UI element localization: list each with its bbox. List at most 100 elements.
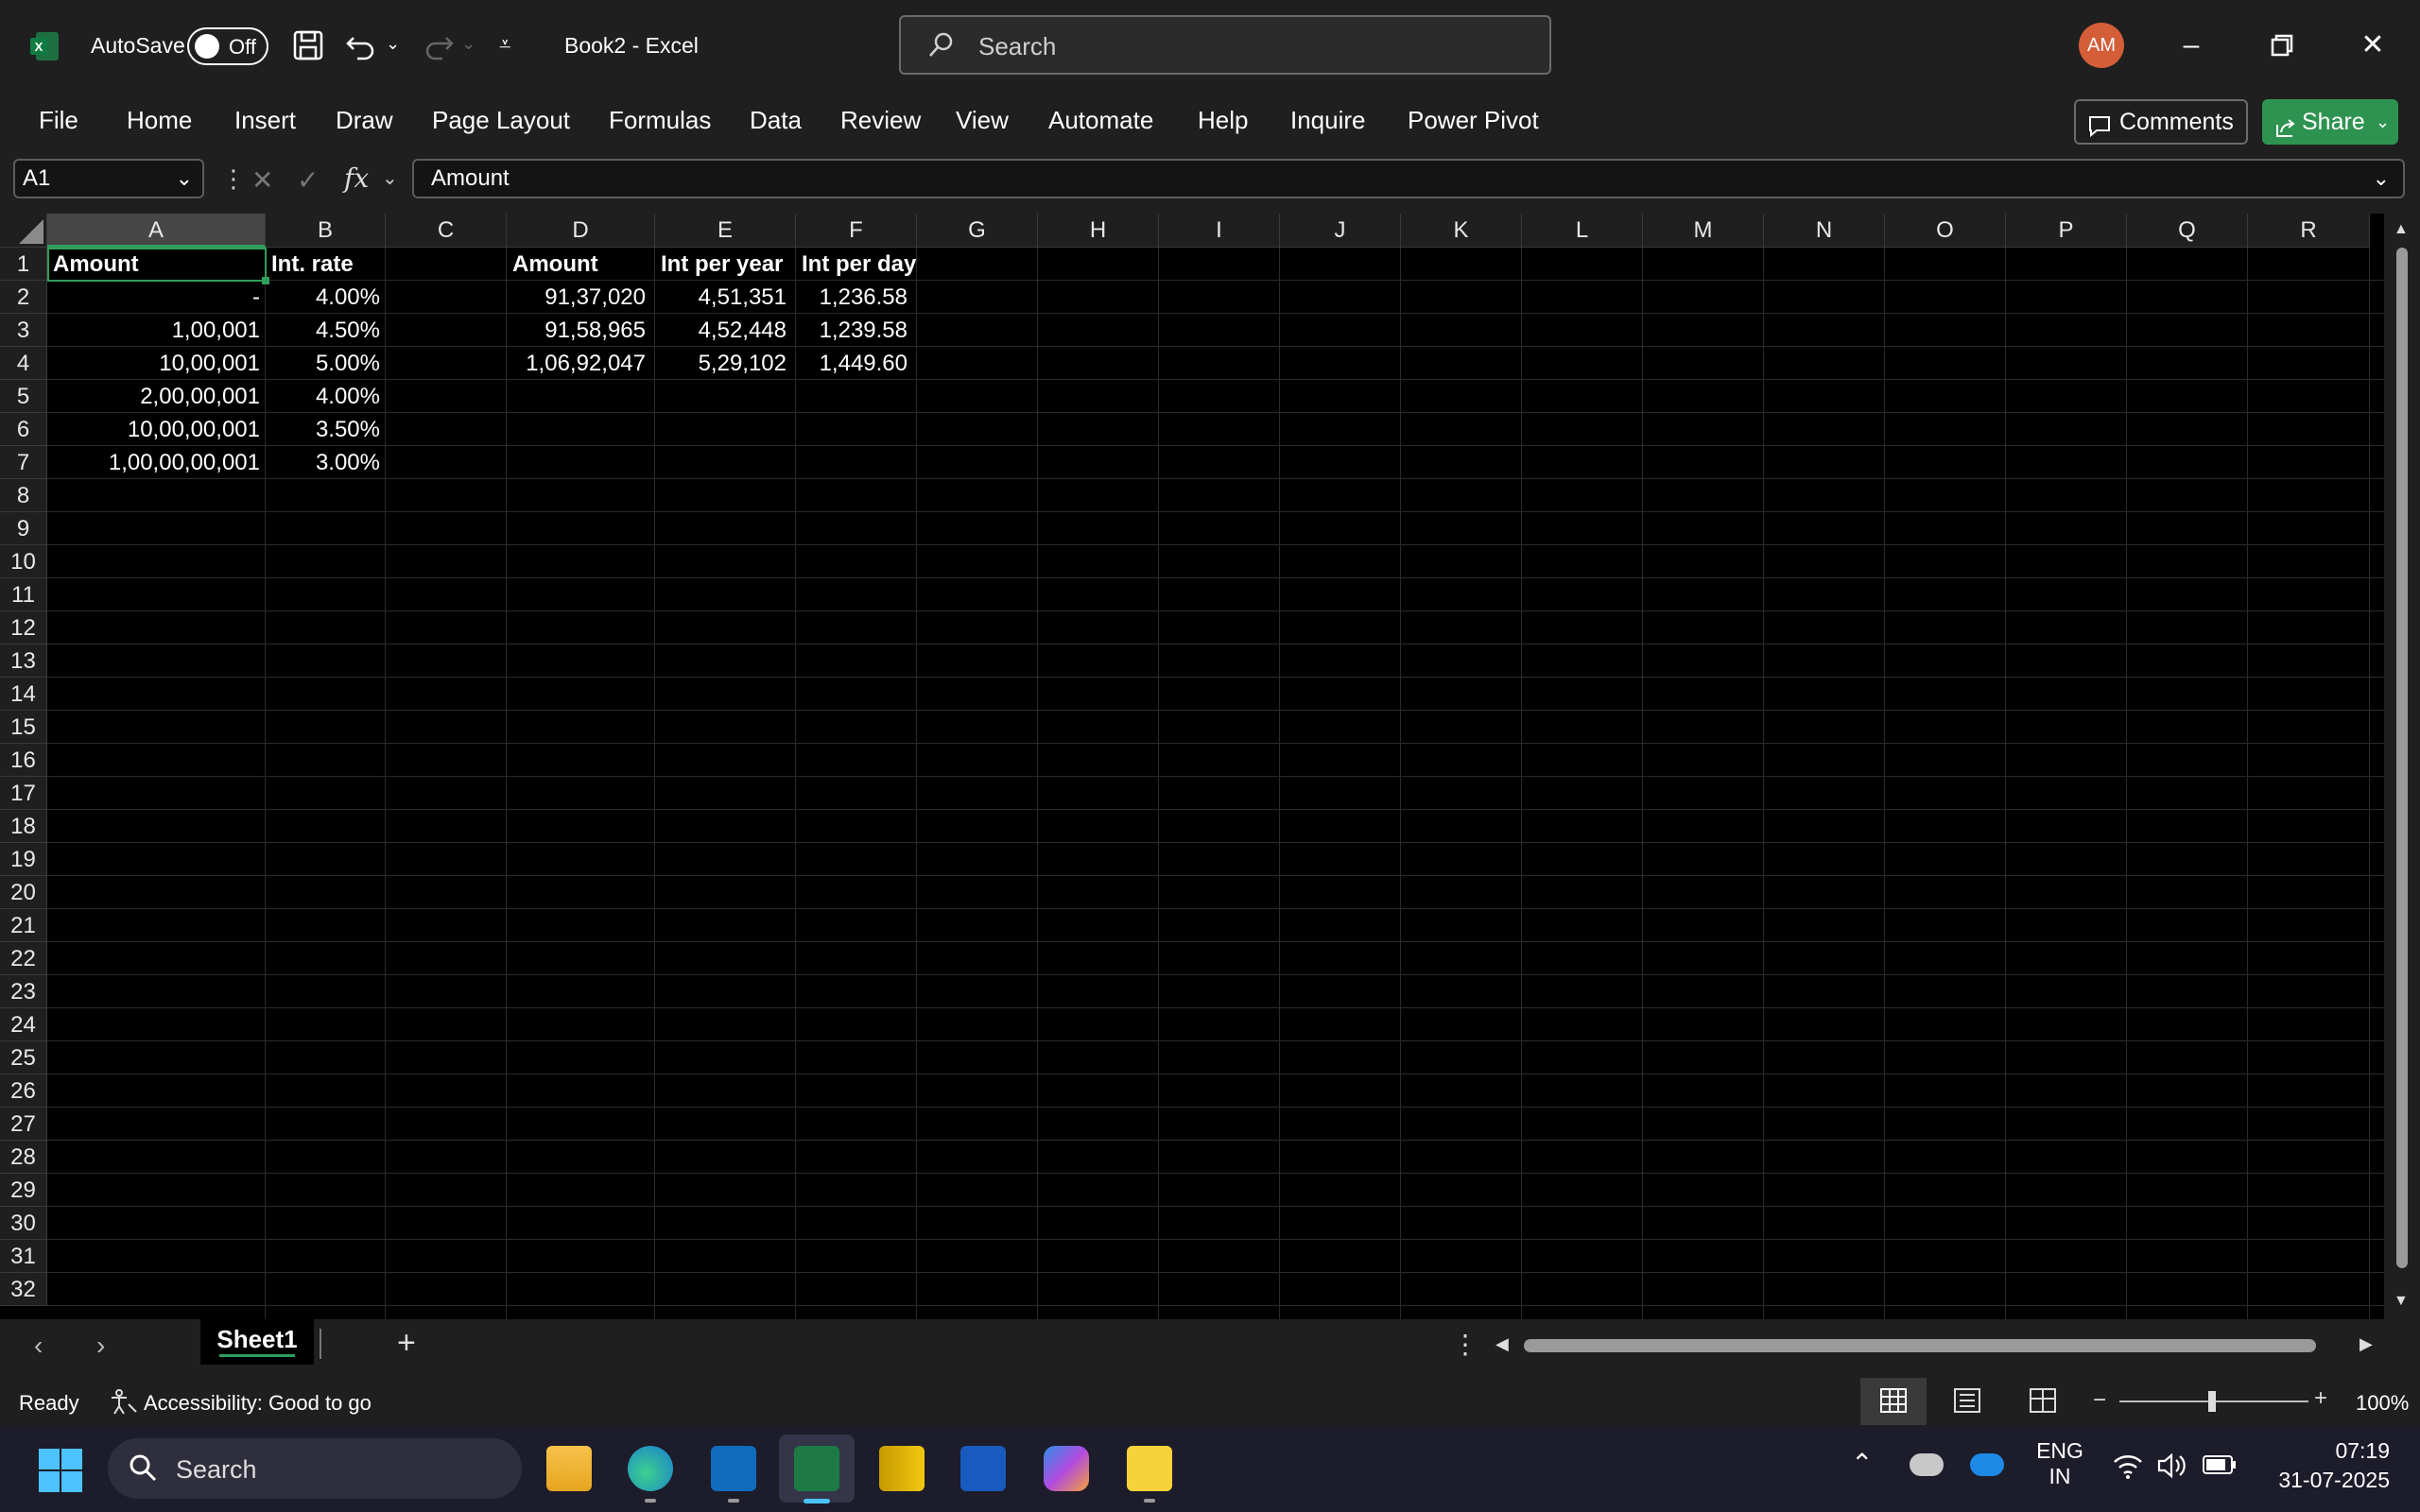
cell-b7[interactable]: 3.00% xyxy=(266,446,386,479)
sheet-tab-sheet1[interactable]: Sheet1 xyxy=(200,1319,314,1365)
row-header-25[interactable]: 25 xyxy=(0,1041,47,1074)
row-header-15[interactable]: 15 xyxy=(0,711,47,744)
close-icon[interactable]: ✕ xyxy=(2350,23,2395,68)
cell-d2[interactable]: 91,37,020 xyxy=(507,281,651,314)
select-all-corner[interactable] xyxy=(0,214,47,248)
zoom-in-icon[interactable]: + xyxy=(2314,1385,2327,1412)
column-header-d[interactable]: D xyxy=(507,214,655,248)
row-header-10[interactable]: 10 xyxy=(0,545,47,578)
row-header-32[interactable]: 32 xyxy=(0,1273,47,1306)
vertical-scrollbar[interactable]: ▲ ▼ xyxy=(2384,214,2420,1319)
cell-b2[interactable]: 4.00% xyxy=(266,281,386,314)
wifi-icon[interactable] xyxy=(2112,1450,2144,1482)
excel-taskbar-icon[interactable] xyxy=(794,1446,839,1491)
row-header-14[interactable]: 14 xyxy=(0,678,47,711)
column-header-n[interactable]: N xyxy=(1764,214,1885,248)
cell-b1[interactable]: Int. rate xyxy=(266,248,386,281)
horizontal-scroll-thumb[interactable] xyxy=(1524,1339,2316,1352)
power-bi-icon[interactable] xyxy=(879,1446,925,1491)
cell-d1[interactable]: Amount xyxy=(507,248,655,281)
tab-draw[interactable]: Draw xyxy=(336,106,393,135)
cell-a5[interactable]: 2,00,00,001 xyxy=(47,380,266,413)
column-header-r[interactable]: R xyxy=(2248,214,2370,248)
column-header-g[interactable]: G xyxy=(917,214,1038,248)
row-header-11[interactable]: 11 xyxy=(0,578,47,611)
tab-inquire[interactable]: Inquire xyxy=(1290,106,1366,135)
column-header-f[interactable]: F xyxy=(796,214,917,248)
tab-data[interactable]: Data xyxy=(750,106,802,135)
taskbar-search[interactable]: Search xyxy=(108,1438,522,1499)
row-header-2[interactable]: 2 xyxy=(0,281,47,314)
row-header-19[interactable]: 19 xyxy=(0,843,47,876)
autosave-toggle[interactable]: Off xyxy=(187,27,268,65)
column-header-c[interactable]: C xyxy=(386,214,507,248)
tab-file[interactable]: File xyxy=(39,106,78,135)
avatar[interactable]: AM xyxy=(2079,23,2124,68)
column-header-e[interactable]: E xyxy=(655,214,796,248)
column-header-o[interactable]: O xyxy=(1885,214,2006,248)
cancel-entry-icon[interactable]: ✕ xyxy=(251,164,273,196)
row-header-8[interactable]: 8 xyxy=(0,479,47,512)
tab-power-pivot[interactable]: Power Pivot xyxy=(1408,106,1539,135)
onedrive-business-icon[interactable] xyxy=(1970,1453,2004,1476)
restore-icon[interactable] xyxy=(2259,23,2305,68)
row-header-17[interactable]: 17 xyxy=(0,777,47,810)
onedrive-personal-icon[interactable] xyxy=(1910,1453,1944,1476)
minimize-icon[interactable]: – xyxy=(2169,23,2214,68)
row-header-13[interactable]: 13 xyxy=(0,644,47,678)
column-header-h[interactable]: H xyxy=(1038,214,1159,248)
comments-button[interactable]: Comments xyxy=(2074,99,2248,145)
normal-view-icon[interactable] xyxy=(1860,1378,1927,1425)
word-icon[interactable] xyxy=(960,1446,1006,1491)
column-header-b[interactable]: B xyxy=(266,214,386,248)
row-header-7[interactable]: 7 xyxy=(0,446,47,479)
tab-home[interactable]: Home xyxy=(127,106,192,135)
column-header-a[interactable]: A xyxy=(47,214,266,248)
battery-icon[interactable] xyxy=(2203,1453,2237,1476)
cell-b5[interactable]: 4.00% xyxy=(266,380,386,413)
cell-d3[interactable]: 91,58,965 xyxy=(507,314,651,347)
zoom-slider-thumb[interactable] xyxy=(2208,1391,2216,1412)
clock[interactable]: 07:19 31-07-2025 xyxy=(2248,1438,2390,1493)
column-header-m[interactable]: M xyxy=(1643,214,1764,248)
show-hidden-icons[interactable]: ⌃ xyxy=(1851,1448,1873,1479)
worksheet-grid[interactable]: ABCDEFGHIJKLMNOPQR 1 2 3 4 5 6 7 8 9 10 11 12 13 14 15… xyxy=(0,214,2420,1319)
row-header-28[interactable]: 28 xyxy=(0,1141,47,1174)
row-header-18[interactable]: 18 xyxy=(0,810,47,843)
row-header-27[interactable]: 27 xyxy=(0,1108,47,1141)
scroll-up-icon[interactable]: ▲ xyxy=(2394,221,2409,238)
cell-f4[interactable]: 1,449.60 xyxy=(796,347,913,380)
accessibility-status[interactable]: Accessibility: Good to go xyxy=(144,1391,372,1416)
row-header-5[interactable]: 5 xyxy=(0,380,47,413)
share-dropdown-icon[interactable]: ⌄ xyxy=(2376,99,2390,145)
row-header-26[interactable]: 26 xyxy=(0,1074,47,1108)
volume-icon[interactable] xyxy=(2155,1450,2187,1482)
cell-d4[interactable]: 1,06,92,047 xyxy=(507,347,651,380)
customize-quick-access-icon[interactable]: ⩡ xyxy=(499,32,510,57)
page-break-view-icon[interactable] xyxy=(2010,1378,2076,1425)
cell-b3[interactable]: 4.50% xyxy=(266,314,386,347)
column-header-q[interactable]: Q xyxy=(2127,214,2248,248)
horizontal-scroll-left-icon[interactable]: ◀ xyxy=(1495,1334,1509,1354)
row-header-1[interactable]: 1 xyxy=(0,248,47,281)
zoom-level[interactable]: 100% xyxy=(2356,1391,2409,1416)
row-header-30[interactable]: 30 xyxy=(0,1207,47,1240)
sticky-notes-icon[interactable] xyxy=(1127,1446,1172,1491)
expand-formula-bar-icon[interactable]: ⌄ xyxy=(2373,161,2390,197)
fill-handle[interactable] xyxy=(262,277,269,284)
tab-review[interactable]: Review xyxy=(840,106,921,135)
edge-icon[interactable] xyxy=(628,1446,673,1491)
cell-f3[interactable]: 1,239.58 xyxy=(796,314,913,347)
row-header-22[interactable]: 22 xyxy=(0,942,47,975)
row-header-9[interactable]: 9 xyxy=(0,512,47,545)
file-explorer-icon[interactable] xyxy=(546,1446,592,1491)
row-header-29[interactable]: 29 xyxy=(0,1174,47,1207)
tab-view[interactable]: View xyxy=(956,106,1009,135)
row-header-24[interactable]: 24 xyxy=(0,1008,47,1041)
cell-a6[interactable]: 10,00,00,001 xyxy=(47,413,266,446)
chevron-down-icon[interactable]: ⌄ xyxy=(176,161,193,197)
undo-dropdown-icon[interactable]: ⌄ xyxy=(386,34,400,54)
scroll-down-icon[interactable]: ▼ xyxy=(2394,1293,2409,1310)
share-button[interactable]: Share ⌄ xyxy=(2262,99,2398,145)
row-header-6[interactable]: 6 xyxy=(0,413,47,446)
